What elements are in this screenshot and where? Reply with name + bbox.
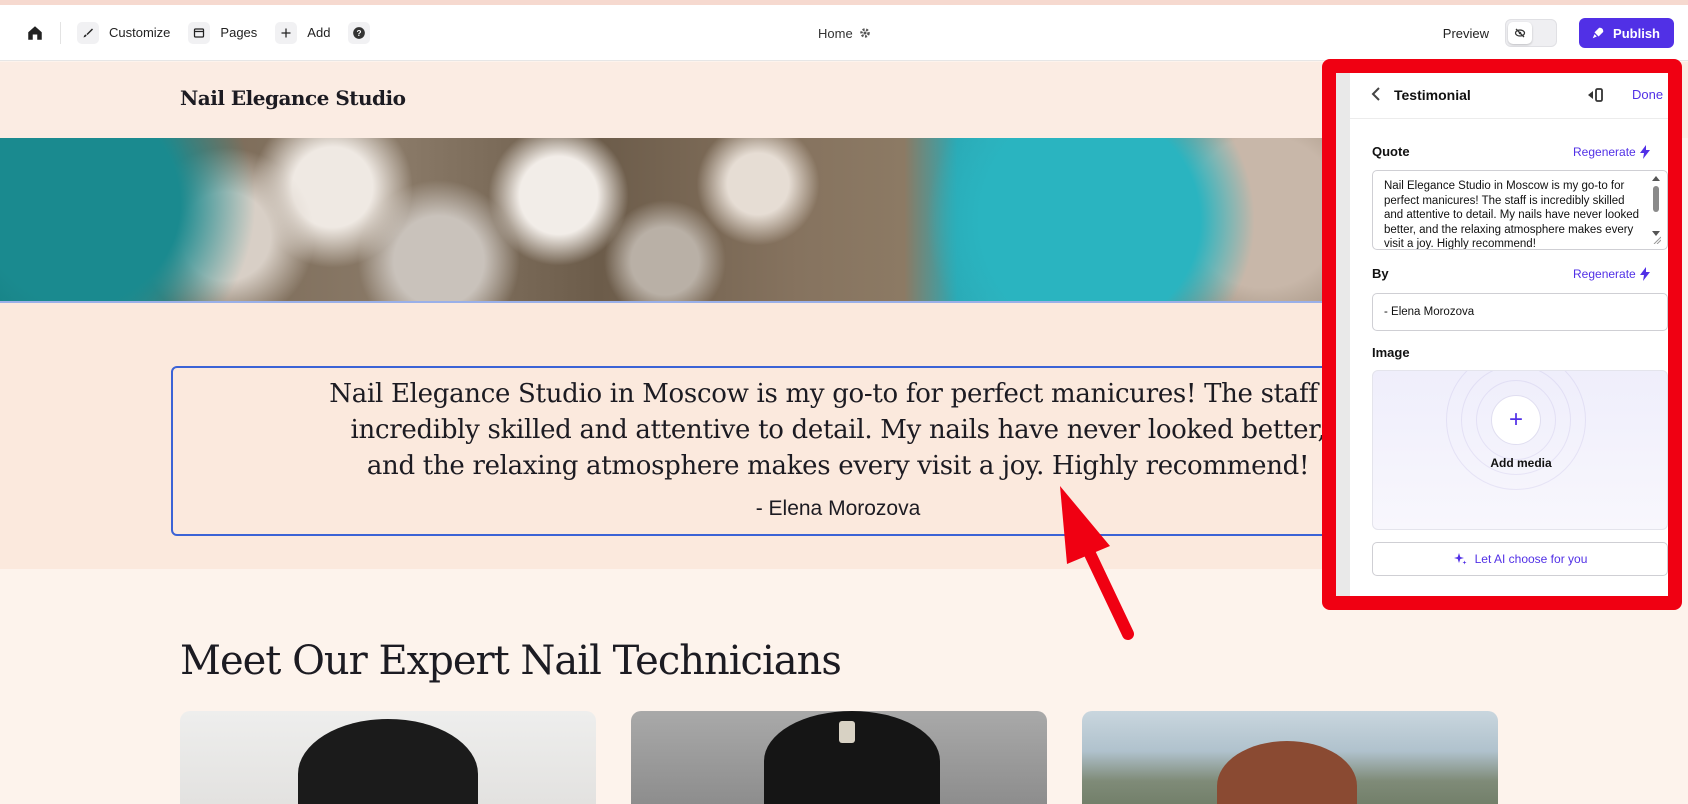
add-media-label: Add media — [1490, 456, 1552, 470]
eye-off-icon — [1508, 22, 1533, 44]
gear-icon[interactable] — [859, 27, 871, 39]
pages-button[interactable]: Pages — [182, 17, 263, 49]
page-icon — [188, 21, 211, 44]
technician-card-3[interactable] — [1082, 711, 1498, 804]
editor-toolbar: Customize Pages Add ? Home Preview Publi… — [0, 5, 1688, 61]
help-button[interactable]: ? — [342, 17, 376, 49]
let-ai-choose-label: Let AI choose for you — [1474, 552, 1588, 566]
beanie-emblem — [839, 721, 855, 743]
sparkle-icon — [1453, 553, 1467, 565]
let-ai-choose-button[interactable]: Let AI choose for you — [1372, 542, 1668, 576]
quote-textarea[interactable]: Nail Elegance Studio in Moscow is my go-… — [1372, 170, 1668, 250]
regenerate-quote-button[interactable]: Regenerate — [1573, 145, 1650, 159]
technician-photo-hair — [298, 719, 478, 804]
preview-toggle[interactable] — [1505, 19, 1558, 47]
by-field-label: By — [1372, 266, 1389, 281]
current-page-label: Home — [818, 25, 853, 41]
panel-header: Testimonial Done — [1350, 73, 1668, 119]
rocket-icon — [1592, 27, 1604, 39]
brush-icon — [77, 21, 99, 44]
quote-field-label: Quote — [1372, 144, 1410, 159]
technician-photo-redhair — [1217, 741, 1357, 804]
lightning-icon — [1639, 145, 1650, 159]
preview-label: Preview — [1442, 25, 1490, 41]
regenerate-by-label: Regenerate — [1573, 267, 1636, 281]
panel-title: Testimonial — [1394, 87, 1471, 103]
author-input[interactable]: - Elena Morozova — [1372, 293, 1668, 331]
regenerate-quote-label: Regenerate — [1573, 145, 1636, 159]
help-icon: ? — [348, 21, 371, 44]
testimonial-author[interactable]: - Elena Morozova — [185, 497, 1491, 521]
back-chevron-icon[interactable] — [1370, 87, 1382, 106]
publish-button[interactable]: Publish — [1579, 18, 1674, 48]
add-media-dropzone[interactable]: + Add media — [1372, 370, 1668, 530]
current-page-selector[interactable]: Home — [818, 5, 871, 61]
plus-icon — [275, 21, 298, 44]
testimonial-quote[interactable]: Nail Elegance Studio in Moscow is my go-… — [185, 376, 1491, 484]
publish-label: Publish — [1613, 25, 1660, 41]
banner-image[interactable] — [0, 138, 1330, 302]
textarea-scrollbar[interactable] — [1651, 174, 1661, 244]
site-logo[interactable]: Nail Elegance Studio — [180, 86, 406, 110]
technician-card-2[interactable] — [631, 711, 1047, 804]
pages-label: Pages — [220, 25, 258, 40]
customize-label: Customize — [109, 25, 171, 40]
customize-button[interactable]: Customize — [71, 17, 176, 49]
lightning-icon — [1639, 267, 1650, 281]
regenerate-by-button[interactable]: Regenerate — [1573, 267, 1650, 281]
home-button[interactable] — [20, 17, 50, 49]
add-button[interactable]: Add — [269, 17, 336, 49]
done-button[interactable]: Done — [1632, 87, 1663, 102]
image-field-label: Image — [1372, 345, 1410, 360]
technician-card-1[interactable] — [180, 711, 596, 804]
technicians-heading[interactable]: Meet Our Expert Nail Technicians — [180, 638, 842, 684]
svg-text:?: ? — [357, 28, 362, 37]
add-label: Add — [307, 25, 331, 40]
home-icon — [28, 25, 42, 40]
dock-panel-icon[interactable] — [1586, 86, 1606, 109]
toolbar-divider — [60, 21, 61, 44]
annotation-arrow — [1060, 486, 1134, 640]
add-media-plus-icon[interactable]: + — [1491, 395, 1541, 445]
testimonial-editor-panel: Testimonial Done Quote Regenerate Nail E… — [1336, 73, 1668, 596]
